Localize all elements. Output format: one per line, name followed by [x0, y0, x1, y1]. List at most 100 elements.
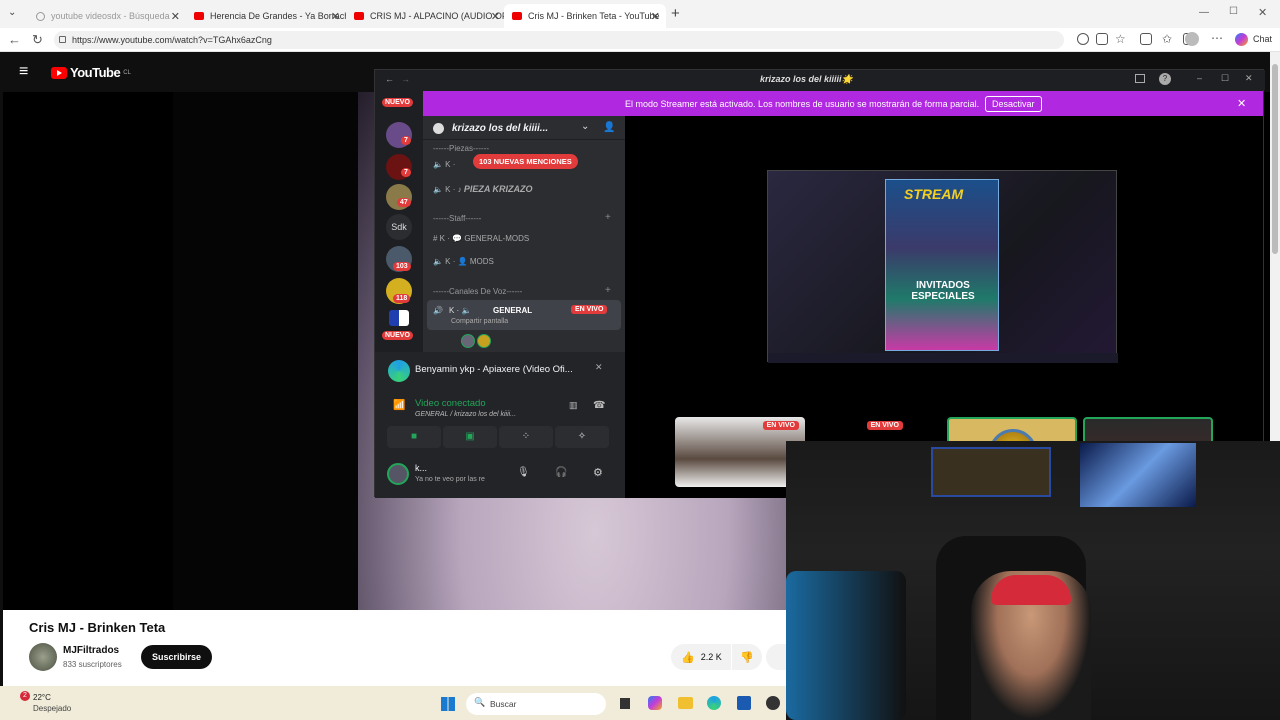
channel-avatar[interactable]	[29, 643, 57, 671]
channel-name[interactable]: MJFiltrados	[63, 645, 119, 656]
microphone-icon[interactable]: 🎙	[517, 467, 530, 478]
chat-label[interactable]: Chat	[1253, 34, 1272, 44]
more-icon[interactable]: ⋯	[1211, 31, 1223, 45]
store-icon[interactable]	[737, 696, 751, 710]
signal-icon: 📶	[393, 400, 406, 411]
soundwave-icon[interactable]: ▥	[569, 400, 578, 411]
disconnect-icon[interactable]: ☎	[593, 400, 605, 411]
minimize-icon[interactable]: –	[1197, 73, 1202, 83]
extensions-icon[interactable]	[1140, 33, 1152, 45]
headphones-icon[interactable]: 🎧	[555, 467, 567, 478]
close-icon[interactable]: ✕	[1245, 73, 1253, 84]
back-icon[interactable]: ←	[385, 74, 394, 84]
scrollbar-thumb[interactable]	[1272, 64, 1278, 254]
server-sdk-icon[interactable]: Sdk	[386, 214, 412, 240]
add-channel-icon[interactable]: +	[605, 285, 611, 296]
tab-herencia[interactable]: Herencia De Grandes - Ya Borracho ✕	[186, 4, 346, 28]
hash-icon: # K · 💬	[433, 234, 465, 243]
user-avatar[interactable]	[387, 463, 409, 485]
close-icon[interactable]: ✕	[171, 10, 180, 23]
voice-avatar[interactable]	[477, 334, 491, 348]
category-staff[interactable]: ------Staff------	[433, 214, 481, 223]
new-badge: NUEVO	[382, 331, 413, 340]
apps-icon[interactable]	[1096, 33, 1108, 45]
settings-icon[interactable]: ⚙	[593, 466, 603, 479]
task-view-icon[interactable]	[620, 698, 630, 709]
menu-icon[interactable]: ≡	[19, 63, 28, 81]
file-explorer-icon[interactable]	[678, 697, 693, 709]
inbox-icon[interactable]	[1135, 74, 1145, 83]
subscribe-button[interactable]: Suscribirse	[141, 645, 213, 669]
forward-icon[interactable]: →	[401, 74, 410, 84]
tab-list-chevron-icon[interactable]: ⌄	[8, 7, 16, 18]
camera-button[interactable]: ■	[387, 426, 441, 448]
tab-search[interactable]: youtube videosdx - Búsqueda ✕	[28, 4, 186, 28]
screen-share-main[interactable]: STREAM INVITADOS ESPECIALES	[767, 170, 1118, 363]
discord-icon[interactable]	[766, 696, 780, 710]
share-icon[interactable]	[766, 644, 788, 670]
profile-avatar[interactable]	[1185, 32, 1199, 46]
activity-close-icon[interactable]: ✕	[595, 362, 603, 373]
edge-icon[interactable]	[707, 696, 721, 710]
category-voz[interactable]: ------Canales De Voz------	[433, 287, 522, 296]
wall-screen	[1080, 443, 1196, 507]
share-screen-label: Compartir pantalla	[451, 318, 509, 325]
minimize-icon[interactable]: —	[1199, 7, 1209, 18]
mentions-pill[interactable]: 103 NUEVAS MENCIONES	[473, 154, 578, 169]
close-icon[interactable]: ✕	[651, 10, 660, 23]
like-button[interactable]: 👍 2.2 K	[671, 644, 731, 670]
stream-subtitle: INVITADOS ESPECIALES	[911, 280, 975, 302]
voice-location[interactable]: GENERAL / krizazo los del kiiii...	[415, 411, 516, 418]
back-icon[interactable]: ←	[8, 32, 21, 47]
close-window-icon[interactable]: ✕	[1258, 6, 1267, 19]
youtube-logo[interactable]: YouTube CL	[51, 65, 131, 80]
tab-alpacino[interactable]: CRIS MJ - ALPACINO (AUDIO OFIC ✕	[346, 4, 506, 28]
screenshare-button[interactable]: ▣	[443, 426, 497, 448]
taskbar-search[interactable]: 🔍 Buscar	[466, 693, 606, 715]
temperature[interactable]: 22°C	[33, 693, 51, 702]
mention-badge: 7	[401, 136, 411, 145]
close-icon[interactable]: ✕	[331, 10, 340, 23]
channel-mods[interactable]: 🔈 K · 👤 MODS	[433, 257, 494, 266]
voice-icon: 🔈 K · ♪	[433, 185, 464, 194]
star-icon[interactable]: ☆	[1115, 32, 1126, 46]
channel-general-mods[interactable]: # K · 💬 GENERAL-MODS	[433, 234, 529, 243]
category-piezas[interactable]: ------Piezas------	[433, 144, 489, 153]
activity-title[interactable]: Benyamin ykp - Apiaxere (Video Ofi...	[415, 364, 573, 375]
maximize-icon[interactable]: ☐	[1229, 6, 1238, 17]
region-code: CL	[123, 69, 131, 76]
server-emblem-icon	[433, 123, 444, 134]
maximize-icon[interactable]: ☐	[1221, 73, 1229, 84]
channel-label: PIEZA KRIZAZO	[463, 184, 533, 194]
refresh-icon[interactable]: ↻	[32, 32, 43, 48]
activities-button[interactable]: ⁘	[499, 426, 553, 448]
tab-label: Cris MJ - Brinken Teta - YouTube	[528, 11, 660, 21]
add-member-icon[interactable]: 👤	[603, 122, 615, 133]
server-icon[interactable]	[389, 310, 409, 326]
voice-avatar[interactable]	[461, 334, 475, 348]
server-header[interactable]: krizazo los del kiiii... ⌄ 👤	[423, 116, 625, 140]
close-banner-icon[interactable]: ✕	[1237, 97, 1246, 110]
deactivate-button[interactable]: Desactivar	[985, 96, 1042, 112]
video-left-pane	[173, 92, 358, 610]
chair-left	[786, 571, 906, 720]
copilot-icon[interactable]	[648, 696, 662, 710]
channel-general[interactable]: 🔊 K · 🔈 GENERAL EN VIVO Compartir pantal…	[427, 300, 621, 330]
copilot-icon[interactable]	[1235, 33, 1248, 46]
favorites-icon[interactable]: ✩	[1162, 32, 1172, 46]
url-input[interactable]: https://www.youtube.com/watch?v=TGAhx6az…	[54, 31, 1064, 49]
help-icon[interactable]: ?	[1159, 73, 1171, 85]
activity-panel: Benyamin ykp - Apiaxere (Video Ofi... ✕ …	[375, 352, 625, 498]
new-tab-icon[interactable]: +	[671, 5, 680, 22]
tab-active[interactable]: Cris MJ - Brinken Teta - YouTube ✕	[504, 4, 666, 28]
dislike-button[interactable]: 👎	[732, 644, 762, 670]
soundboard-button[interactable]: ✧	[555, 426, 609, 448]
add-channel-icon[interactable]: +	[605, 212, 611, 223]
windows-start-icon[interactable]	[441, 697, 455, 711]
translate-icon[interactable]	[1077, 33, 1089, 45]
close-icon[interactable]: ✕	[491, 10, 500, 23]
channel-pieza[interactable]: 🔈 K · ♪ PIEZA KRIZAZO	[433, 184, 533, 194]
window-title: krizazo los del kiiiii🌟	[760, 74, 853, 84]
user-name[interactable]: k...	[415, 463, 427, 473]
youtube-icon	[194, 12, 204, 20]
